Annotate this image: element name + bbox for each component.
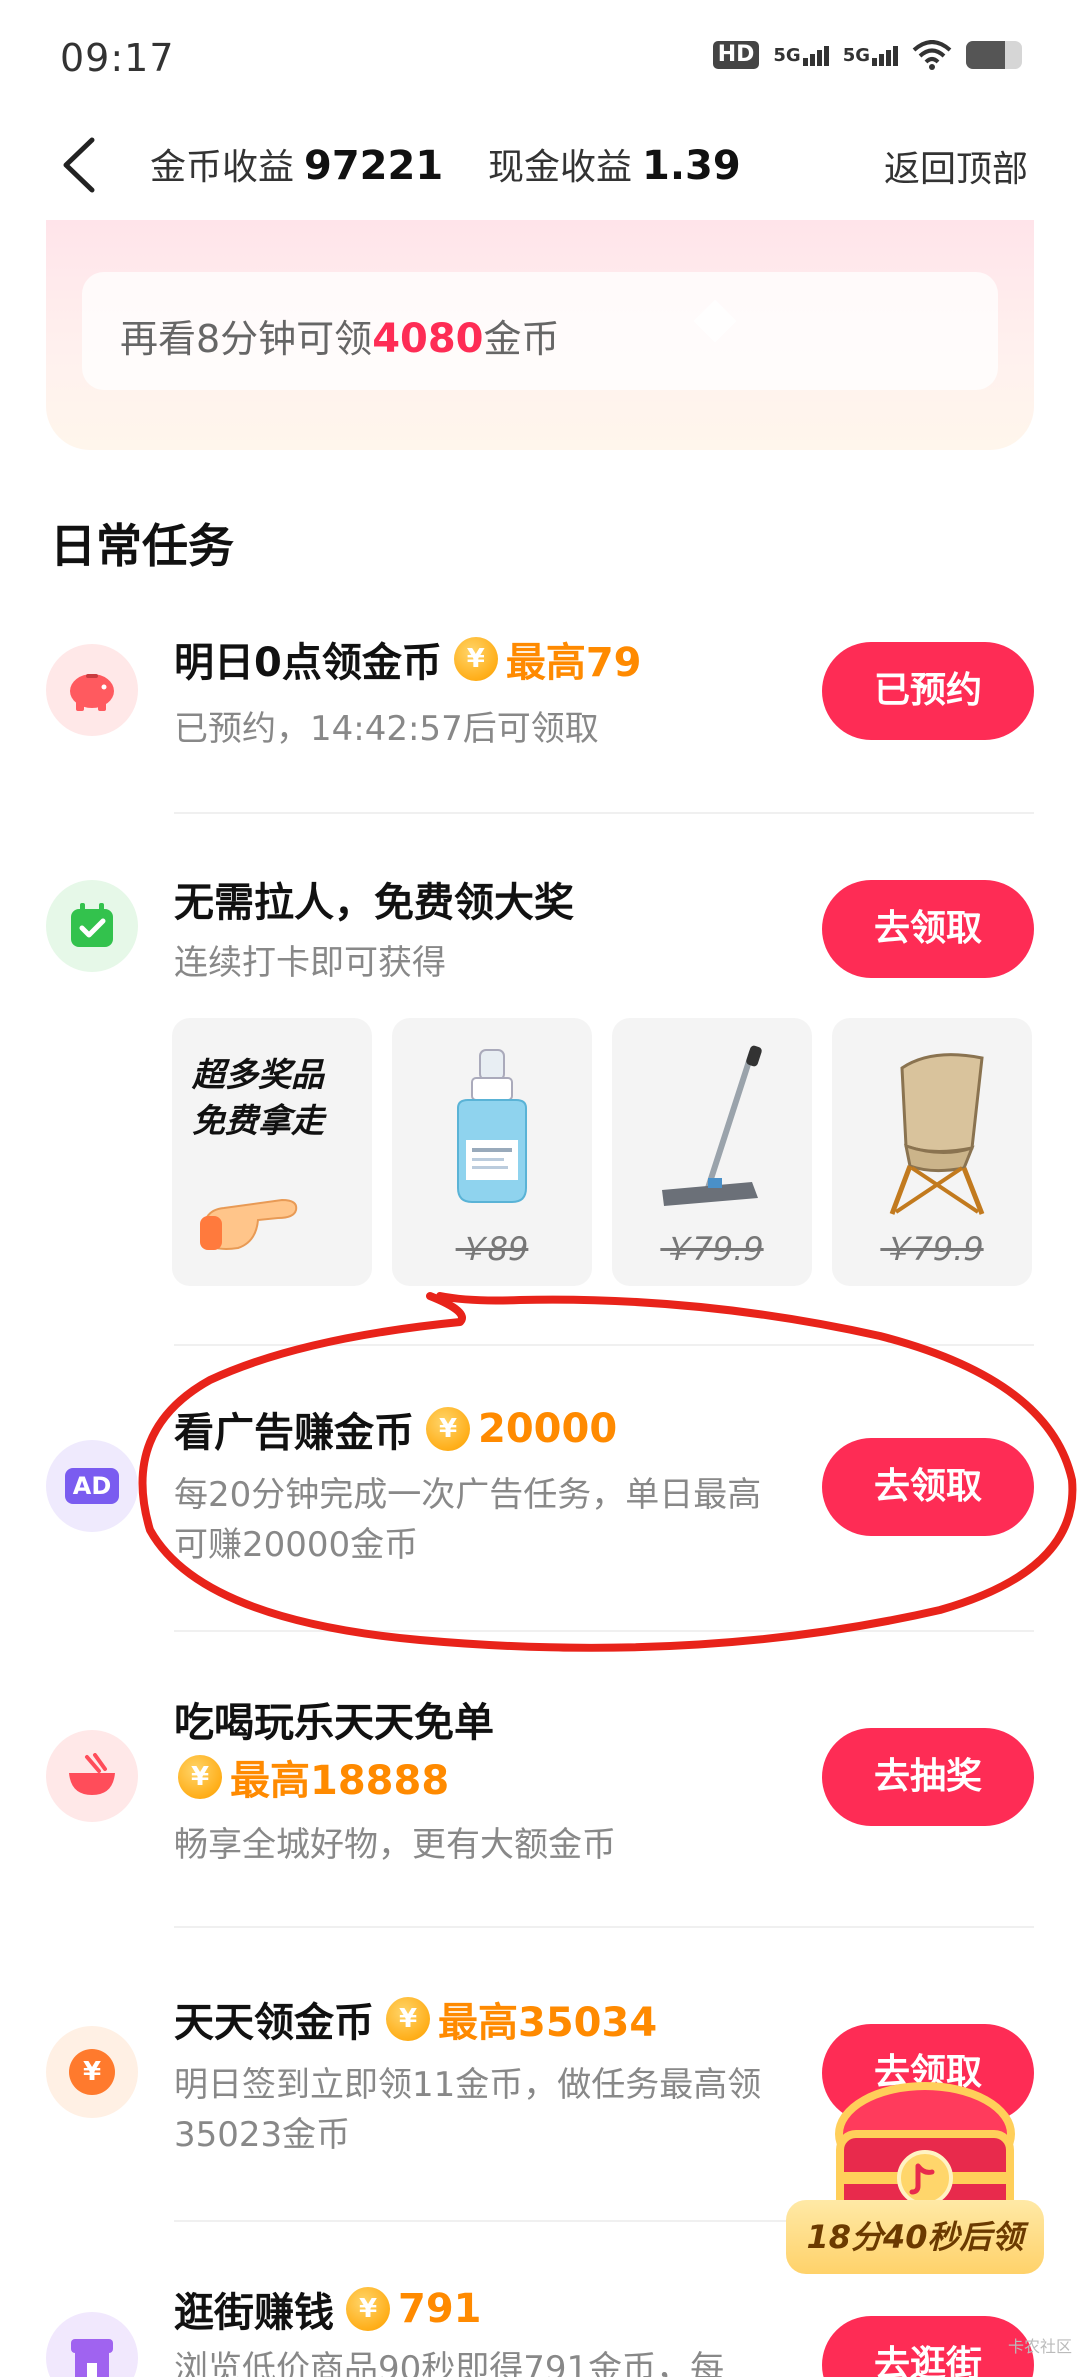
task-title: 吃喝玩乐天天免单 [174,1700,494,1746]
shop-icon [46,2312,138,2377]
hd-voice-icon: HD [712,41,760,69]
task-desc: 连续打卡即可获得 [174,943,446,983]
mop-icon [662,1045,762,1206]
shop-button[interactable]: 去逛街 [822,2316,1034,2377]
status-bar: 09:17 HD 5G 5G [0,0,1080,110]
coin-amount-highlight: 4080 [372,316,484,362]
task-title: 逛街赚钱 ¥791 [174,2286,482,2336]
status-time: 09:17 [60,36,175,80]
serum-bottle-icon [457,1049,527,1203]
lottery-button[interactable]: 去抽奖 [822,1728,1034,1826]
prize-chair-card[interactable]: ￥79.9 [832,1018,1032,1286]
coin-earnings-value: 97221 [304,143,444,189]
cash-earnings-value: 1.39 [642,143,741,189]
task-title: 天天领金币 ¥ 最高35034 [174,1990,657,2048]
watch-progress-text: 再看8分钟可领4080金币 [120,316,560,362]
reward-amount: 最高79 [505,640,642,686]
prize-row: 超多奖品 免费拿走 ￥89 ￥79.9 ￥79.9 [172,1018,1034,1286]
prize-price: ￥89 [455,1230,529,1268]
bowl-icon [46,1730,138,1822]
prize-promo-card[interactable]: 超多奖品 免费拿走 [172,1018,372,1286]
task-title: 无需拉人，免费领大奖 [174,880,574,926]
cash-earnings-label: 现金收益 [488,147,633,188]
battery-icon [966,41,1022,69]
coin-icon: ¥ [426,1407,470,1451]
piggy-bank-icon [46,644,138,736]
prize-serum-card[interactable]: ￥89 [392,1018,592,1286]
task-reward-line: ¥ 最高18888 [166,1748,449,1806]
coin-earnings-label: 金币收益 [150,147,295,188]
task-desc: 浏览低价商品90秒即得791金币，每 [174,2349,725,2377]
coin-icon: ¥ [453,637,498,681]
coin-icon: ¥ [178,1755,222,1799]
status-icons: HD 5G 5G [712,40,1022,70]
claim-button[interactable]: 去领取 [822,1438,1034,1536]
reward-amount: 20000 [478,1406,618,1452]
back-arrow-icon[interactable] [52,130,112,200]
pointer-notch [693,299,737,343]
divider [174,1630,1034,1632]
task-title: 明日0点领金币 ¥ 最高79 [174,630,642,688]
divider [174,812,1034,814]
signal-5g-icon: 5G [773,45,829,66]
divider [174,1344,1034,1346]
watch-progress-box: 再看8分钟可领4080金币 [82,272,998,390]
reward-amount: 791 [398,2286,482,2332]
calendar-check-icon [46,880,138,972]
signal-5g-icon-2: 5G [843,45,898,66]
prize-price: ￥79.9 [880,1230,984,1268]
watch-progress-card: 再看8分钟可领4080金币 [46,220,1034,450]
task-desc: 已预约，14:42:57后可领取 [174,709,599,749]
coin-icon: ¥ [386,1997,430,2041]
task-desc: 畅享全城好物，更有大额金币 [174,1825,616,1865]
coin-earnings: 金币收益 97221 [150,138,443,190]
divider [174,1926,1034,1928]
treasure-chest-icon[interactable] [800,2060,1050,2320]
reserved-button[interactable]: 已预约 [822,642,1034,740]
pointing-hand-icon [200,1198,298,1250]
task-desc: 明日签到立即领11金币，做任务最高领35023金币 [174,2065,762,2155]
task-title: 看广告赚金币 ¥20000 [174,1406,618,1456]
watermark: 卡农社区 [1007,2337,1072,2356]
claim-button[interactable]: 去领取 [822,880,1034,978]
prize-mop-card[interactable]: ￥79.9 [612,1018,812,1286]
wifi-icon [912,40,952,70]
yuan-coin-icon: ¥ [46,2026,138,2118]
back-to-top-button[interactable]: 返回顶部 [884,140,1028,192]
reward-amount: 最高35034 [438,2000,658,2046]
nav-bar: 金币收益 97221 现金收益 1.39 返回顶部 [0,110,1080,220]
section-title: 日常任务 [50,519,234,573]
cash-earnings: 现金收益 1.39 [488,138,741,190]
task-desc: 每20分钟完成一次广告任务，单日最高可赚20000金币 [174,1475,762,1565]
coin-icon: ¥ [346,2287,390,2331]
promo-text: 超多奖品 免费拿走 [192,1055,324,1140]
camping-chair-icon [889,1053,985,1215]
prize-price: ￥79.9 [660,1230,764,1268]
ad-icon: AD [46,1440,138,1532]
reward-amount: 最高18888 [230,1758,450,1804]
chest-countdown[interactable]: 18分40秒后领 [786,2200,1044,2274]
